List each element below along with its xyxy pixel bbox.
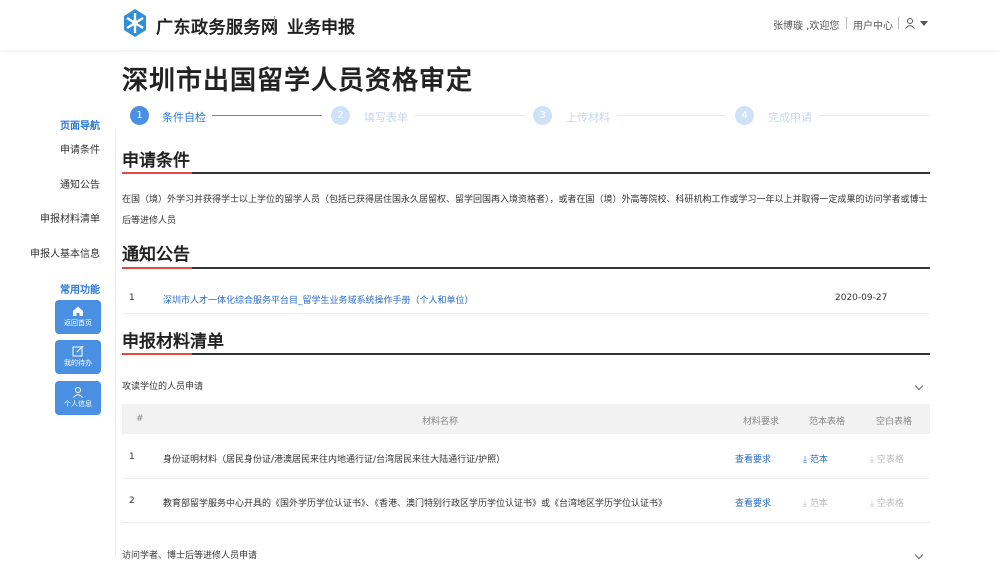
materials-table-header: # 材料名称 材料要求 范本表格 空白表格 [122,404,930,434]
notice-row: 1 深圳市人才一体化综合服务平台目_留学生业务域系统操作手册（个人和单位） 20… [122,286,930,314]
sidebar-func-heading: 常用功能 [60,285,100,296]
conditions-title: 申请条件 [122,151,190,171]
step-4-label: 完成申请 [768,111,812,124]
material-group-toggle[interactable]: 攻读学位的人员申请 [122,379,930,401]
profile-button[interactable]: 个人信息 [55,381,101,415]
sidebar-item-notices[interactable]: 通知公告 [0,176,100,191]
chevron-down-icon [914,550,924,560]
section-divider [122,267,930,269]
sample-label: 范本 [809,499,828,509]
step-2-number: 2 [331,106,350,125]
profile-button-label: 个人信息 [64,400,92,408]
chevron-down-icon[interactable] [920,21,928,26]
download-icon: ⤓ [803,455,810,465]
home-button[interactable]: 返回首页 [55,300,101,334]
step-1-number: 1 [130,106,149,125]
sample-download-link[interactable]: ⤓ 范本 [803,496,828,509]
material-name: 教育部留学服务中心开具的《国外学历学位认证书》、《香港、澳门特别行政区学历学位认… [163,499,668,509]
step-3-label: 上传材料 [566,111,610,124]
download-icon: ⤓ [803,499,810,509]
sample-label: 范本 [809,455,828,465]
step-4-number: 4 [735,106,754,125]
blank-download-link[interactable]: ⤓ 空表格 [870,452,904,465]
gd-logo-icon [124,9,146,37]
section-divider [122,172,930,174]
header-divider [846,17,847,29]
user-icon[interactable] [904,17,916,29]
home-button-label: 返回首页 [64,319,92,327]
sidebar-item-applicant-info[interactable]: 申报人基本信息 [0,245,100,260]
blank-label: 空表格 [876,499,904,509]
sidebar-nav-heading: 页面导航 [60,121,100,132]
home-icon [73,306,83,316]
sidebar-item-materials[interactable]: 申报材料清单 [0,210,100,225]
section-divider [122,353,930,355]
conditions-text: 在国（境）外学习并获得学士以上学位的留学人员（包括已获得居住国永久居留权、留学回… [122,195,928,226]
site-brand[interactable]: 广东政务服务网 [156,13,279,38]
download-icon: ⤓ [870,455,877,465]
section-accent [122,353,192,355]
material-group-label: 访问学者、博士后等进修人员申请 [122,551,258,561]
sidebar-item-conditions[interactable]: 申请条件 [0,141,100,156]
step-connector [212,115,322,116]
col-name: 材料名称 [422,417,459,427]
section-accent [122,267,192,269]
notice-number: 1 [129,293,135,303]
sub-brand: 业务申报 [287,18,355,38]
view-requirement-link[interactable]: 查看要求 [735,452,771,465]
top-header: 广东政务服务网 业务申报 张博璇 ,欢迎您 用户中心 [0,0,1000,50]
material-name: 身份证明材料（居民身份证/港澳居民来往内地通行证/台湾居民来往大陆通行证/护照） [163,455,506,465]
table-row: 2 教育部留学服务中心开具的《国外学历学位认证书》、《香港、澳门特别行政区学历学… [122,479,930,523]
row-number: 2 [129,496,135,506]
person-icon [73,386,83,398]
step-connector [818,115,930,116]
step-connector [414,115,524,116]
materials-title: 申报材料清单 [122,332,224,352]
page-title: 深圳市出国留学人员资格审定 [122,66,474,96]
user-center-link[interactable]: 用户中心 [853,17,893,32]
col-blank: 空白表格 [876,417,913,427]
blank-label: 空表格 [876,455,904,465]
brand-divider [274,16,275,34]
step-connector [616,115,726,116]
step-1-label: 条件自检 [162,111,206,124]
notices-title: 通知公告 [122,245,190,265]
header-divider [898,17,899,29]
todo-button-label: 我的待办 [64,359,92,367]
blank-download-link[interactable]: ⤓ 空表格 [870,496,904,509]
download-icon: ⤓ [870,499,877,509]
col-num: # [136,414,144,424]
view-requirement-link[interactable]: 查看要求 [735,496,771,509]
step-2-label: 填写表单 [364,111,408,124]
sidebar-divider [115,130,116,556]
step-3-number: 3 [533,106,552,125]
progress-steps: 1 条件自检 2 填写表单 3 上传材料 4 完成申请 [130,106,930,126]
welcome-text: 张博璇 ,欢迎您 [773,21,840,32]
notice-link[interactable]: 深圳市人才一体化综合服务平台目_留学生业务域系统操作手册（个人和单位） [163,293,474,306]
table-row: 1 身份证明材料（居民身份证/港澳居民来往内地通行证/台湾居民来往大陆通行证/护… [122,435,930,479]
section-accent [122,172,192,174]
sample-download-link[interactable]: ⤓ 范本 [803,452,828,465]
material-group-label: 攻读学位的人员申请 [122,382,204,392]
todo-button[interactable]: 我的待办 [55,340,101,374]
row-number: 1 [129,452,135,462]
chevron-down-icon [914,381,924,391]
col-sample: 范本表格 [809,417,846,427]
col-requirement: 材料要求 [743,417,780,427]
edit-icon [72,345,84,357]
material-group-toggle[interactable]: 访问学者、博士后等进修人员申请 [122,548,930,570]
notice-date: 2020-09-27 [835,293,888,303]
